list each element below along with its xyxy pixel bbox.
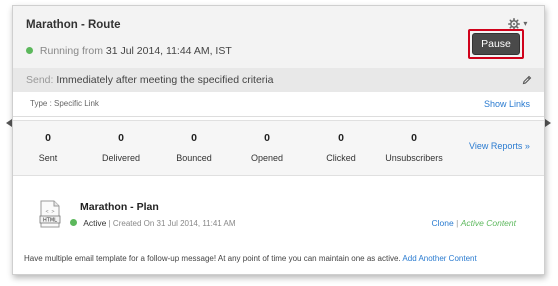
html-icon-text: HTML [43,218,57,224]
stats-bar: 0 Sent 0 Delivered 0 Bounced 0 Opened 0 … [13,120,544,176]
html-file-icon: < > HTML [39,200,61,228]
send-criteria: Send: Immediately after meeting the spec… [26,68,273,92]
send-value: Immediately after meeting the specified … [56,74,274,86]
stat-label: Clicked [326,153,356,163]
stat-value: 0 [191,132,197,144]
stat-bounced: 0 Bounced [154,132,234,163]
send-criteria-row: Send: Immediately after meeting the spec… [13,68,544,92]
route-status: Running from 31 Jul 2014, 11:44 AM, IST [26,45,232,57]
active-content-label: Active Content [460,218,516,228]
edit-pencil-icon[interactable] [522,68,532,92]
route-card: Marathon - Route ▾ Running from 31 Jul 2… [12,5,545,275]
type-row: Type : Specific Link Show Links [13,92,544,117]
stat-opened: 0 Opened [227,132,307,163]
stat-clicked: 0 Clicked [301,132,381,163]
footer-note: Have multiple email template for a follo… [24,254,477,263]
plan-title: Marathon - Plan [80,201,159,213]
plan-created: | Created On 31 Jul 2014, 11:41 AM [108,219,236,228]
send-label: Send: [26,74,54,86]
status-date: 31 Jul 2014, 11:44 AM, IST [105,45,232,57]
stat-value: 0 [45,132,51,144]
stat-value: 0 [411,132,417,144]
plan-meta: Active | Created On 31 Jul 2014, 11:41 A… [70,218,236,228]
type-label: Type : Specific Link [30,99,99,108]
stat-unsubscribers: 0 Unsubscribers [374,132,454,163]
collapse-right-arrow-icon [545,119,551,127]
svg-text:< >: < > [45,209,54,215]
plan-actions: Clone | Active Content [432,218,516,228]
actions-separator: | [456,218,459,228]
stat-label: Delivered [101,153,141,163]
stat-label: Unsubscribers [385,153,443,163]
chevron-down-icon: ▾ [523,18,528,28]
status-prefix: Running from [39,45,103,57]
running-status-dot-icon [26,47,33,54]
view-reports-link[interactable]: View Reports » [469,141,530,151]
settings-menu[interactable]: ▾ [508,16,530,30]
stat-label: Sent [38,153,58,163]
stat-delivered: 0 Delivered [81,132,161,163]
plan-status: Active [83,218,107,228]
footer-text: Have multiple email template for a follo… [24,254,401,263]
add-another-content-link[interactable]: Add Another Content [402,254,476,263]
stat-value: 0 [118,132,124,144]
stat-label: Bounced [176,153,212,163]
route-title: Marathon - Route [26,19,121,31]
stat-value: 0 [264,132,270,144]
stat-label: Opened [250,153,284,163]
clone-link[interactable]: Clone [432,218,454,228]
active-status-dot-icon [70,219,77,226]
route-header: Marathon - Route ▾ Running from 31 Jul 2… [13,6,544,68]
pause-button[interactable]: Pause [472,33,520,55]
stat-sent: 0 Sent [8,132,88,163]
show-links-link[interactable]: Show Links [484,92,530,116]
stat-value: 0 [338,132,344,144]
